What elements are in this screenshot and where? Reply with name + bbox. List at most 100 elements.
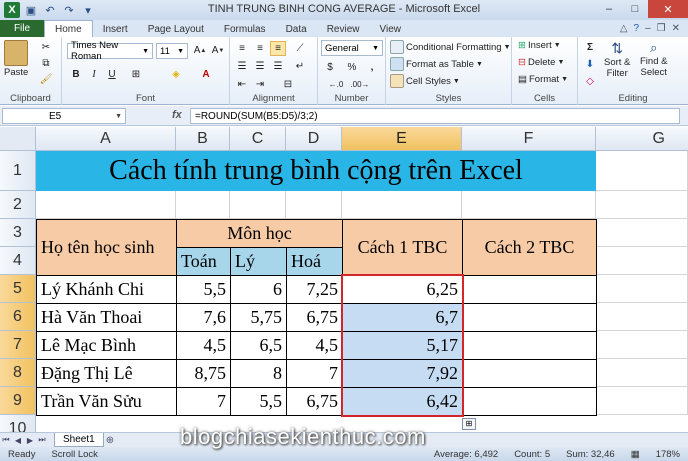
row-header-10[interactable]: 10: [0, 415, 36, 432]
merge-center-icon[interactable]: ⊟: [280, 77, 296, 92]
cell-styles-button[interactable]: Cell Styles ▼: [390, 74, 460, 88]
row-header-6[interactable]: 6: [0, 303, 36, 331]
align-bottom-icon[interactable]: ≡: [270, 41, 286, 56]
tbc-cell[interactable]: 5,17: [342, 331, 463, 360]
student-name-cell[interactable]: Lê Mạc Bình: [36, 331, 177, 360]
insert-button[interactable]: ⊞ Insert ▼: [518, 40, 561, 51]
cell-b2[interactable]: [176, 191, 230, 219]
header-toan-cell[interactable]: Toán: [176, 247, 231, 276]
column-header-d[interactable]: D: [286, 127, 342, 151]
tbc-cell[interactable]: 6,42: [342, 387, 463, 416]
tab-data[interactable]: Data: [276, 21, 317, 37]
sort-filter-button[interactable]: ⇅ Sort & Filter: [604, 40, 630, 79]
toan-score-cell[interactable]: 7: [176, 387, 231, 416]
ly-score-cell[interactable]: 8: [230, 359, 287, 388]
cach2-cell[interactable]: [462, 303, 597, 332]
font-color-icon[interactable]: A: [198, 67, 214, 82]
increase-indent-icon[interactable]: ⇥: [252, 77, 268, 92]
row-header-1[interactable]: 1: [0, 151, 36, 191]
cach2-cell[interactable]: [462, 359, 597, 388]
format-button[interactable]: ▤ Format ▼: [518, 74, 568, 85]
toan-score-cell[interactable]: 5,5: [176, 275, 231, 304]
hoa-score-cell[interactable]: 6,75: [286, 303, 343, 332]
header-subjects-cell[interactable]: Môn học: [176, 219, 343, 248]
view-normal-icon[interactable]: ▦: [623, 449, 648, 460]
font-size-select[interactable]: 11 ▼: [156, 43, 188, 59]
column-header-c[interactable]: C: [230, 127, 286, 151]
cach2-cell[interactable]: [462, 387, 597, 416]
cell-g1[interactable]: [596, 151, 688, 191]
minimize-icon[interactable]: –: [596, 0, 622, 18]
tbc-cell[interactable]: 7,92: [342, 359, 463, 388]
formula-input[interactable]: =ROUND(SUM(B5:D5)/3;2): [190, 108, 680, 124]
comma-button[interactable]: ,: [364, 60, 380, 75]
cach2-cell[interactable]: [462, 331, 597, 360]
format-as-table-button[interactable]: Format as Table ▼: [390, 57, 483, 71]
prev-sheet-icon[interactable]: ◀: [12, 436, 24, 445]
first-sheet-icon[interactable]: ⏮: [0, 435, 12, 445]
student-name-cell[interactable]: Đặng Thị Lê: [36, 359, 177, 388]
cell-g8[interactable]: [597, 359, 688, 387]
status-zoom[interactable]: 178%: [648, 449, 688, 460]
orientation-icon[interactable]: ⟋: [292, 41, 308, 56]
borders-icon[interactable]: ⊞: [128, 67, 144, 82]
cell-g7[interactable]: [597, 331, 688, 359]
tab-home[interactable]: Home: [44, 20, 93, 37]
tab-insert[interactable]: Insert: [93, 21, 138, 37]
decrease-decimal-icon[interactable]: .00→: [350, 77, 369, 92]
copy-icon[interactable]: ⧉: [38, 56, 54, 71]
fill-color-icon[interactable]: ◈: [168, 67, 184, 82]
maximize-icon[interactable]: □: [622, 0, 648, 18]
row-header-4[interactable]: 4: [0, 247, 36, 275]
font-name-select[interactable]: Times New Roman ▼: [67, 40, 153, 62]
column-header-e[interactable]: E: [342, 127, 462, 151]
cell-g2[interactable]: [596, 191, 688, 219]
cell-c2[interactable]: [230, 191, 286, 219]
conditional-formatting-button[interactable]: Conditional Formatting ▼: [390, 40, 511, 54]
student-name-cell[interactable]: Hà Văn Thoai: [36, 303, 177, 332]
italic-button[interactable]: I: [86, 67, 102, 82]
fill-icon[interactable]: ⬇: [582, 57, 598, 72]
student-name-cell[interactable]: Lý Khánh Chi: [36, 275, 177, 304]
underline-button[interactable]: U: [104, 67, 120, 82]
cell-g3[interactable]: [597, 219, 688, 247]
redo-icon[interactable]: ↷: [61, 2, 77, 18]
align-top-icon[interactable]: ≡: [234, 41, 250, 56]
tbc-cell[interactable]: 6,7: [342, 303, 463, 332]
student-name-cell[interactable]: Trần Văn Sửu: [36, 387, 177, 416]
ly-score-cell[interactable]: 6: [230, 275, 287, 304]
format-painter-icon[interactable]: 🖌: [38, 72, 54, 87]
undo-icon[interactable]: ↶: [42, 2, 58, 18]
cell-e2[interactable]: [342, 191, 462, 219]
increase-decimal-icon[interactable]: ←.0: [328, 77, 344, 92]
number-format-select[interactable]: General ▼: [321, 40, 383, 56]
column-header-b[interactable]: B: [176, 127, 230, 151]
column-header-g[interactable]: G: [596, 127, 688, 151]
autosum-icon[interactable]: Σ: [582, 40, 598, 55]
header-hoa-cell[interactable]: Hoá: [286, 247, 343, 276]
cell-row2[interactable]: [36, 191, 176, 219]
workbook-restore-icon[interactable]: ❐: [657, 23, 666, 34]
ly-score-cell[interactable]: 6,5: [230, 331, 287, 360]
tab-view[interactable]: View: [369, 21, 411, 37]
percent-button[interactable]: %: [344, 60, 360, 75]
cell-d2[interactable]: [286, 191, 342, 219]
find-select-button[interactable]: ⌕ Find & Select: [640, 40, 667, 78]
header-ly-cell[interactable]: Lý: [230, 247, 287, 276]
paste-button[interactable]: Paste: [4, 40, 28, 78]
currency-button[interactable]: $: [322, 60, 338, 75]
cach2-cell[interactable]: [462, 275, 597, 304]
header-cach1-cell[interactable]: Cách 1 TBC: [342, 219, 463, 276]
select-all-corner[interactable]: [0, 127, 36, 151]
workbook-close-icon[interactable]: ✕: [672, 23, 680, 34]
sheet-title-cell[interactable]: Cách tính trung bình cộng trên Excel: [36, 151, 596, 191]
hoa-score-cell[interactable]: 7: [286, 359, 343, 388]
align-right-icon[interactable]: ☰: [270, 59, 286, 74]
minimize-ribbon-icon[interactable]: △: [620, 23, 628, 34]
sheet-tab[interactable]: Sheet1: [54, 433, 104, 447]
cell-g5[interactable]: [597, 275, 688, 303]
new-sheet-icon[interactable]: ⊕: [106, 435, 114, 446]
save-icon[interactable]: ▣: [23, 2, 39, 18]
tab-review[interactable]: Review: [317, 21, 370, 37]
toan-score-cell[interactable]: 4,5: [176, 331, 231, 360]
